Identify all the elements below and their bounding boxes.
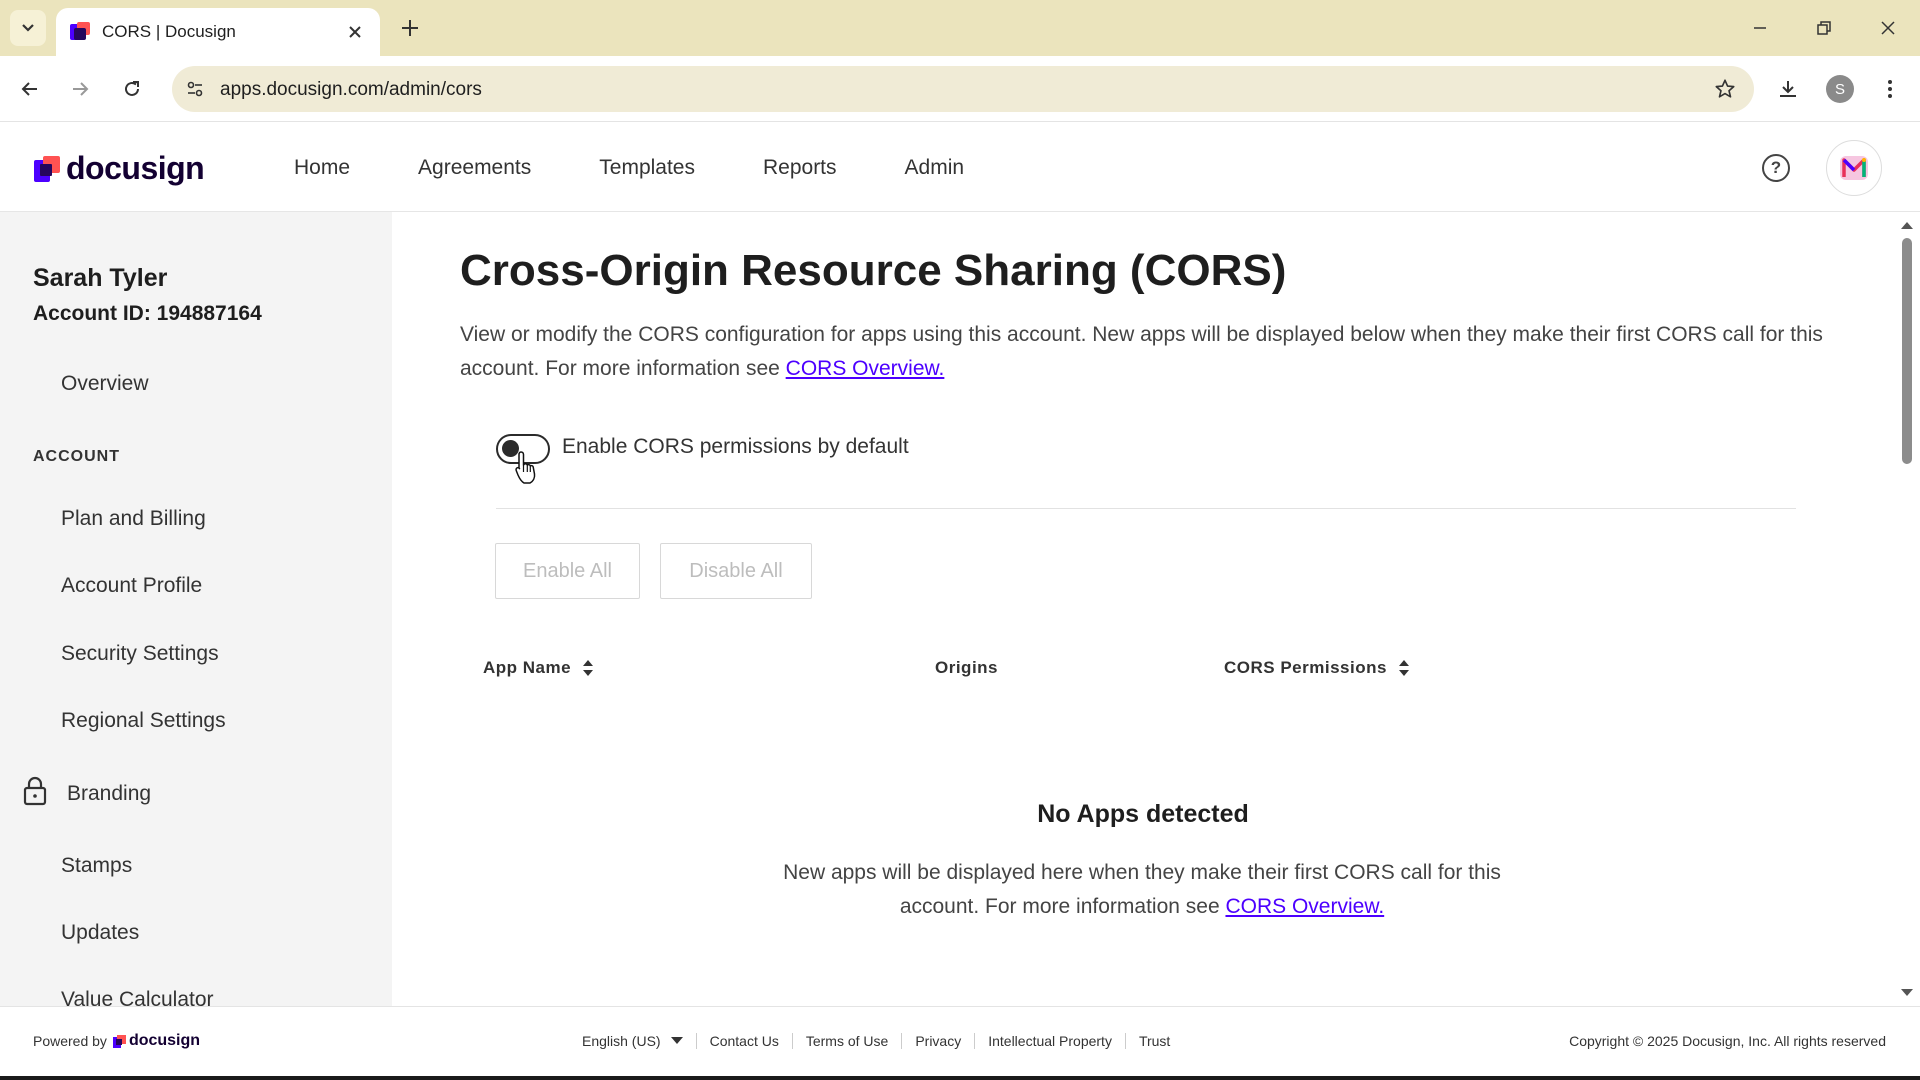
sort-icon <box>1398 660 1409 676</box>
empty-state-description: New apps will be displayed here when the… <box>752 856 1532 924</box>
download-icon[interactable] <box>1770 71 1806 107</box>
footer-logo-icon <box>112 1034 126 1048</box>
scroll-down-arrow-icon[interactable] <box>1901 989 1913 996</box>
column-label-origins: Origins <box>935 658 999 677</box>
close-tab-icon[interactable] <box>344 21 366 43</box>
more-options-icon[interactable] <box>1872 71 1908 107</box>
copyright-text: Copyright © 2025 Docusign, Inc. All righ… <box>1569 1033 1886 1049</box>
empty-state-cors-overview-link[interactable]: CORS Overview. <box>1225 895 1384 918</box>
sidebar-item-account-profile[interactable]: Account Profile <box>61 574 202 598</box>
powered-by: Powered by docusign <box>33 1032 200 1050</box>
empty-state-title: No Apps detected <box>1037 800 1249 828</box>
sidebar-section-account: ACCOUNT <box>33 448 120 465</box>
chevron-down-icon <box>22 24 34 32</box>
logo-text: docusign <box>66 150 205 186</box>
close-window-icon[interactable] <box>1868 10 1908 46</box>
column-label-app-name: App Name <box>483 658 572 677</box>
docusign-logo-icon <box>34 155 60 182</box>
browser-tab[interactable]: CORS | Docusign <box>56 8 380 56</box>
sidebar-item-overview[interactable]: Overview <box>61 372 149 396</box>
sidebar-item-branding[interactable]: Branding <box>67 782 151 806</box>
browser-profile-avatar[interactable]: S <box>1826 75 1854 103</box>
browser-tab-bar: CORS | Docusign <box>0 0 1920 56</box>
main-content: Cross-Origin Resource Sharing (CORS) Vie… <box>392 212 1894 1006</box>
scroll-thumb[interactable] <box>1902 238 1912 464</box>
user-avatar[interactable]: M <box>1826 140 1882 196</box>
divider <box>496 508 1796 509</box>
page-description: View or modify the CORS configuration fo… <box>460 318 1860 386</box>
empty-state-text: New apps will be displayed here when the… <box>783 861 1501 918</box>
lock-icon <box>23 776 47 806</box>
toggle-label: Enable CORS permissions by default <box>562 435 909 458</box>
footer-link-privacy[interactable]: Privacy <box>901 1033 974 1049</box>
admin-sidebar: Sarah Tyler Account ID: 194887164 Overvi… <box>0 212 392 1006</box>
address-bar[interactable]: apps.docusign.com/admin/cors <box>172 66 1754 112</box>
sidebar-user-name: Sarah Tyler <box>33 264 168 292</box>
caret-down-icon <box>670 1037 683 1044</box>
powered-by-text: Powered by <box>33 1033 107 1049</box>
url-text: apps.docusign.com/admin/cors <box>220 79 482 100</box>
language-selector[interactable]: English (US) <box>582 1033 696 1049</box>
page-title: Cross-Origin Resource Sharing (CORS) <box>460 246 1287 295</box>
sidebar-item-value-calculator[interactable]: Value Calculator <box>61 988 214 1006</box>
help-question-icon[interactable]: ? <box>1762 154 1790 182</box>
taskbar-edge <box>0 1076 1920 1080</box>
forward-arrow-icon[interactable] <box>62 71 98 107</box>
back-arrow-icon[interactable] <box>12 71 48 107</box>
disable-all-button[interactable]: Disable All <box>660 543 812 599</box>
sidebar-item-regional-settings[interactable]: Regional Settings <box>61 709 226 733</box>
bookmark-star-icon[interactable] <box>1710 74 1740 104</box>
app-header: docusign Home Agreements Templates Repor… <box>0 122 1920 212</box>
page-footer: Powered by docusign English (US) Contact… <box>0 1006 1920 1076</box>
colorful-m-avatar-icon <box>1840 156 1868 180</box>
nav-admin[interactable]: Admin <box>905 156 965 180</box>
sidebar-item-updates[interactable]: Updates <box>61 921 139 945</box>
sidebar-account-id: Account ID: 194887164 <box>33 302 262 325</box>
cors-overview-link[interactable]: CORS Overview. <box>786 357 945 380</box>
tab-title: CORS | Docusign <box>102 22 236 41</box>
hand-cursor-icon <box>515 451 536 484</box>
sidebar-item-security-settings[interactable]: Security Settings <box>61 642 219 666</box>
main-navigation: Home Agreements Templates Reports Admin <box>294 156 1032 180</box>
footer-link-terms-of-use[interactable]: Terms of Use <box>791 1033 901 1049</box>
nav-templates[interactable]: Templates <box>599 156 695 180</box>
column-header-app-name[interactable]: App Name <box>483 658 595 678</box>
docusign-logo[interactable]: docusign <box>34 150 205 187</box>
enable-all-button[interactable]: Enable All <box>495 543 640 599</box>
nav-agreements[interactable]: Agreements <box>418 156 531 180</box>
browser-toolbar: apps.docusign.com/admin/cors S <box>0 56 1920 122</box>
footer-logo-text: docusign <box>128 1032 201 1049</box>
nav-home[interactable]: Home <box>294 156 350 180</box>
site-settings-icon[interactable] <box>178 72 212 106</box>
description-text: View or modify the CORS configuration fo… <box>460 323 1823 380</box>
reload-icon[interactable] <box>114 71 150 107</box>
column-label-cors-permissions: CORS Permissions <box>1224 658 1387 677</box>
restore-icon[interactable] <box>1804 10 1844 46</box>
nav-reports[interactable]: Reports <box>763 156 837 180</box>
minimize-icon[interactable] <box>1740 10 1780 46</box>
sort-icon <box>583 660 594 676</box>
column-header-cors-permissions[interactable]: CORS Permissions <box>1224 658 1411 678</box>
new-tab-plus-icon[interactable] <box>396 14 424 42</box>
scroll-up-arrow-icon[interactable] <box>1901 222 1913 229</box>
footer-link-trust[interactable]: Trust <box>1124 1033 1183 1049</box>
column-header-origins: Origins <box>935 658 998 678</box>
main-scrollbar[interactable] <box>1894 212 1920 1006</box>
docusign-favicon-icon <box>70 22 90 42</box>
language-label: English (US) <box>582 1033 661 1049</box>
footer-links: English (US) Contact Us Terms of Use Pri… <box>582 1033 1183 1049</box>
tab-search-dropdown[interactable] <box>10 10 46 46</box>
footer-link-intellectual-property[interactable]: Intellectual Property <box>974 1033 1125 1049</box>
footer-docusign-logo: docusign <box>112 1032 201 1050</box>
sidebar-item-stamps[interactable]: Stamps <box>61 854 132 878</box>
footer-link-contact-us[interactable]: Contact Us <box>695 1033 792 1049</box>
sidebar-item-plan-and-billing[interactable]: Plan and Billing <box>61 507 206 531</box>
